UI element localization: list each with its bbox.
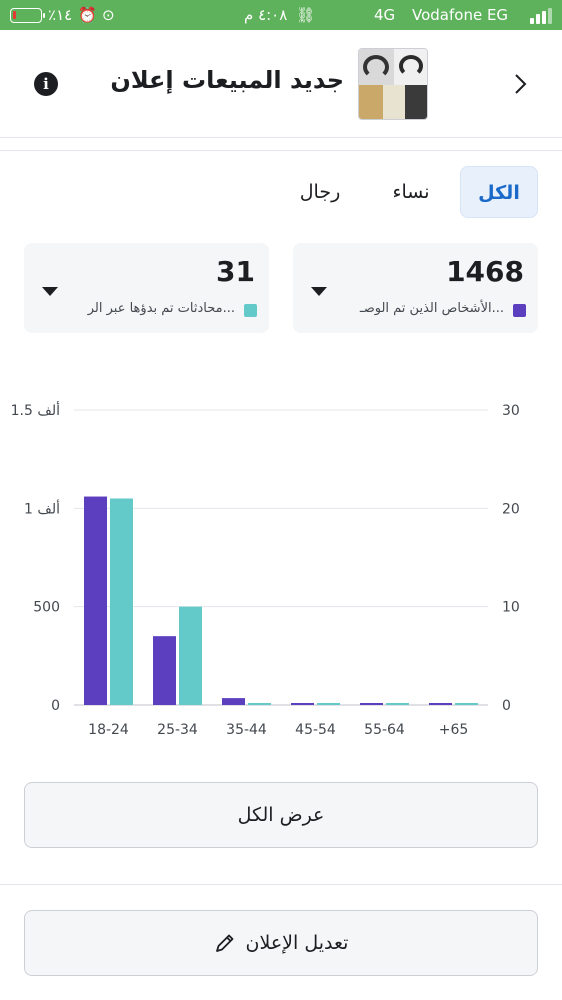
legend-swatch <box>244 304 257 317</box>
left-axis-tick: 1 ألف <box>24 499 60 517</box>
chart-bar <box>222 698 245 705</box>
chart-bar <box>153 636 176 705</box>
chart-bar <box>386 703 409 705</box>
x-axis-tick: 35-44 <box>226 722 267 738</box>
edit-ad-label: تعديل الإعلان <box>245 932 349 954</box>
chart-bar <box>317 703 340 705</box>
clock: ٤:٠٨ م <box>244 6 288 24</box>
tab-all[interactable]: الكل <box>460 166 538 218</box>
chart-bar <box>110 498 133 705</box>
network-type: 4G <box>374 6 396 24</box>
right-axis-tick: 10 <box>502 600 520 616</box>
metric-card-conversations[interactable]: 31 محادثات تم بدؤها عبر الر... <box>24 243 269 333</box>
chart-bar <box>179 606 202 705</box>
right-axis-tick: 0 <box>502 698 511 714</box>
chart-bar <box>455 703 478 705</box>
x-axis-tick: +65 <box>439 722 469 738</box>
view-all-button[interactable]: عرض الكل <box>24 782 538 848</box>
chart-bar <box>429 703 452 705</box>
ad-thumbnail <box>358 48 428 120</box>
divider <box>0 884 562 885</box>
carrier-name: Vodafone EG <box>412 6 509 24</box>
x-axis-tick: 55-64 <box>364 722 405 738</box>
page-title: جديد المبيعات إعلان <box>110 66 344 94</box>
battery-icon <box>10 8 45 23</box>
chart-bar <box>248 703 271 705</box>
metric-card-reach[interactable]: 1468 الأشخاص الذين تم الوصـ... <box>293 243 538 333</box>
metric-label: محادثات تم بدؤها عبر الر... <box>87 301 235 316</box>
x-axis-tick: 25-34 <box>157 722 198 738</box>
x-axis-tick: 45-54 <box>295 722 336 738</box>
pencil-icon <box>215 934 233 952</box>
back-chevron-icon[interactable] <box>510 70 532 98</box>
sync-icon: ⊙ <box>102 6 115 24</box>
left-axis-tick: 500 <box>33 600 60 616</box>
edit-ad-button[interactable]: تعديل الإعلان <box>24 910 538 976</box>
age-breakdown-chart: 0 0 500 10 1 ألف 20 1.5 ألف 30 18-24 25-34 35-44 45… <box>11 401 520 738</box>
divider <box>0 150 562 151</box>
chart-bar <box>360 703 383 705</box>
metric-label: الأشخاص الذين تم الوصـ... <box>359 301 504 316</box>
link-icon: ⛓ <box>296 6 316 24</box>
signal-icon <box>530 8 552 24</box>
dropdown-caret-icon[interactable] <box>42 287 58 296</box>
x-axis-tick: 18-24 <box>88 722 129 738</box>
alarm-icon: ⏰ <box>78 6 97 24</box>
tab-women[interactable]: نساء <box>374 166 448 218</box>
legend-swatch <box>513 304 526 317</box>
info-icon[interactable]: i <box>34 72 58 96</box>
left-axis-tick: 0 <box>51 698 60 714</box>
status-bar: ٪١٤ ⏰ ⊙ ٤:٠٨ م ⛓ 4G Vodafone EG <box>0 0 562 30</box>
metric-value: 1468 <box>446 255 524 288</box>
right-axis-tick: 20 <box>502 501 520 517</box>
chart-bar <box>291 703 314 705</box>
tab-men[interactable]: رجال <box>284 166 356 218</box>
chart-bar <box>84 496 107 705</box>
metric-value: 31 <box>216 255 255 288</box>
right-axis-tick: 30 <box>502 403 520 419</box>
left-axis-tick: 1.5 ألف <box>11 401 60 419</box>
header: i جديد المبيعات إعلان <box>0 30 562 138</box>
battery-percent: ٪١٤ <box>48 6 73 24</box>
dropdown-caret-icon[interactable] <box>311 287 327 296</box>
